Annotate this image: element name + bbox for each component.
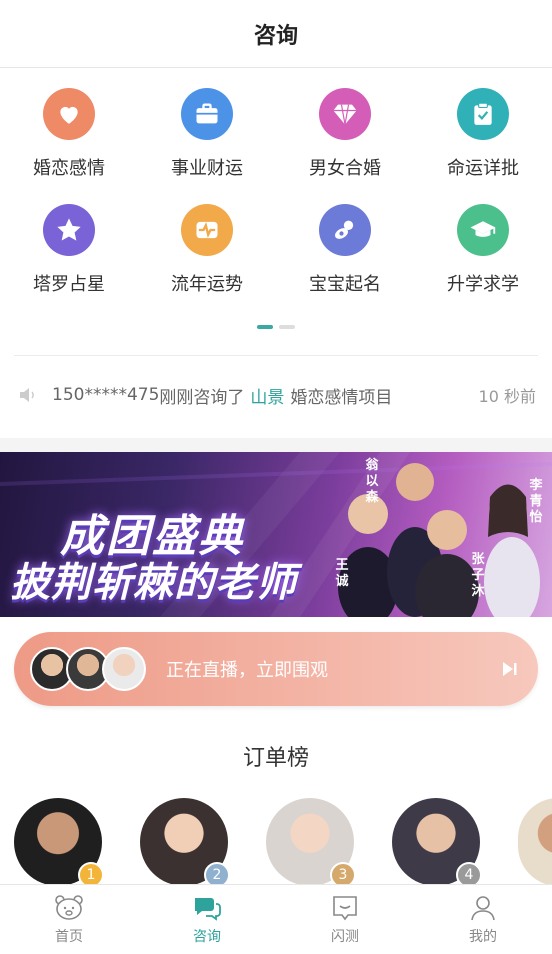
ranking-list: 1 2 3 4 bbox=[14, 798, 552, 888]
live-avatars bbox=[30, 647, 146, 691]
tab-quick-test[interactable]: 闪测 bbox=[276, 885, 414, 954]
category-label: 命运详批 bbox=[447, 158, 519, 179]
clipboard-check-icon bbox=[457, 88, 509, 140]
category-career[interactable]: 事业财运 bbox=[138, 88, 276, 180]
ranking-avatar-partial[interactable] bbox=[518, 798, 552, 886]
category-yearly-fortune[interactable]: 流年运势 bbox=[138, 204, 276, 296]
ticker-time: 10 秒前 bbox=[478, 387, 536, 406]
pacifier-icon bbox=[319, 204, 371, 256]
category-tarot[interactable]: 塔罗占星 bbox=[0, 204, 138, 296]
category-grid: 婚恋感情 事业财运 男女合婚 命运详批 塔罗占星 流年运势 宝宝起名 升学求学 bbox=[0, 88, 552, 296]
briefcase-icon bbox=[181, 88, 233, 140]
ranking-avatar[interactable]: 3 bbox=[266, 798, 356, 888]
ranking-title: 订单榜 bbox=[242, 746, 309, 771]
ticker-item: 婚恋感情项目 bbox=[290, 387, 393, 408]
tab-label: 我的 bbox=[469, 928, 497, 945]
speaker-icon bbox=[20, 388, 34, 402]
category-label: 事业财运 bbox=[171, 158, 243, 179]
app-screen: 咨询 婚恋感情 事业财运 男女合婚 命运详批 塔罗占星 流年运势 宝宝起名 升学… bbox=[0, 0, 552, 954]
category-baby-naming[interactable]: 宝宝起名 bbox=[276, 204, 414, 296]
tab-label: 咨询 bbox=[193, 928, 221, 945]
pulse-icon bbox=[181, 204, 233, 256]
ranking-avatar[interactable]: 1 bbox=[14, 798, 104, 888]
tab-profile[interactable]: 我的 bbox=[414, 885, 552, 954]
promo-banner[interactable]: 成团盛典 披荆斩棘的老师 翁以森 李青怡 王诚 张子沐 bbox=[0, 452, 552, 617]
banner-name: 张子沐 bbox=[471, 552, 485, 599]
category-label: 流年运势 bbox=[171, 274, 243, 295]
ticker-action: 刚刚咨询了 bbox=[159, 387, 245, 408]
consult-ticker: 150*****475 刚刚咨询了 山景 婚恋感情项目 10 秒前 bbox=[0, 373, 552, 417]
top-bar: 咨询 bbox=[0, 0, 552, 68]
category-marriage[interactable]: 男女合婚 bbox=[276, 88, 414, 180]
tab-label: 首页 bbox=[55, 928, 83, 945]
graduation-cap-icon bbox=[457, 204, 509, 256]
ticker-master-link[interactable]: 山景 bbox=[250, 383, 284, 408]
bear-face-icon bbox=[55, 894, 83, 920]
live-text: 正在直播，立即围观 bbox=[166, 660, 328, 681]
category-education[interactable]: 升学求学 bbox=[414, 204, 552, 296]
tab-home[interactable]: 首页 bbox=[0, 885, 138, 954]
user-icon bbox=[471, 895, 495, 920]
message-box-icon bbox=[333, 895, 357, 920]
banner-name: 李青怡 bbox=[529, 478, 543, 525]
ranking-avatar[interactable]: 4 bbox=[392, 798, 482, 888]
ranking-avatar[interactable]: 2 bbox=[140, 798, 230, 888]
category-label: 塔罗占星 bbox=[33, 274, 105, 295]
category-panel: 婚恋感情 事业财运 男女合婚 命运详批 塔罗占星 流年运势 宝宝起名 升学求学 … bbox=[0, 68, 552, 438]
banner-name: 王诚 bbox=[335, 558, 349, 589]
live-stream-banner[interactable]: 正在直播，立即围观 bbox=[14, 632, 538, 706]
bottom-tab-bar: 首页 咨询 闪测 我的 bbox=[0, 884, 552, 954]
tab-consult[interactable]: 咨询 bbox=[138, 885, 276, 954]
banner-subheadline: 披荆斩棘的老师 bbox=[10, 560, 297, 606]
section-gap bbox=[0, 438, 552, 452]
page-dot[interactable] bbox=[279, 325, 295, 329]
page-dot-active[interactable] bbox=[257, 325, 273, 329]
ranking-section: 订单榜 1 2 3 4 bbox=[0, 722, 552, 888]
category-label: 男女合婚 bbox=[309, 158, 381, 179]
category-label: 婚恋感情 bbox=[33, 158, 105, 179]
star-icon bbox=[43, 204, 95, 256]
banner-name: 翁以森 bbox=[365, 458, 379, 505]
category-destiny[interactable]: 命运详批 bbox=[414, 88, 552, 180]
category-label: 宝宝起名 bbox=[309, 274, 381, 295]
category-love[interactable]: 婚恋感情 bbox=[0, 88, 138, 180]
chat-bubbles-icon bbox=[195, 897, 221, 921]
page-indicator bbox=[0, 325, 552, 329]
avatar bbox=[102, 647, 146, 691]
category-label: 升学求学 bbox=[447, 274, 519, 295]
tab-label: 闪测 bbox=[331, 928, 359, 945]
play-icon bbox=[503, 662, 517, 676]
diamond-icon bbox=[319, 88, 371, 140]
divider bbox=[14, 355, 538, 356]
heart-icon bbox=[43, 88, 95, 140]
ticker-user: 150*****475 bbox=[52, 385, 160, 405]
page-title: 咨询 bbox=[253, 23, 298, 49]
